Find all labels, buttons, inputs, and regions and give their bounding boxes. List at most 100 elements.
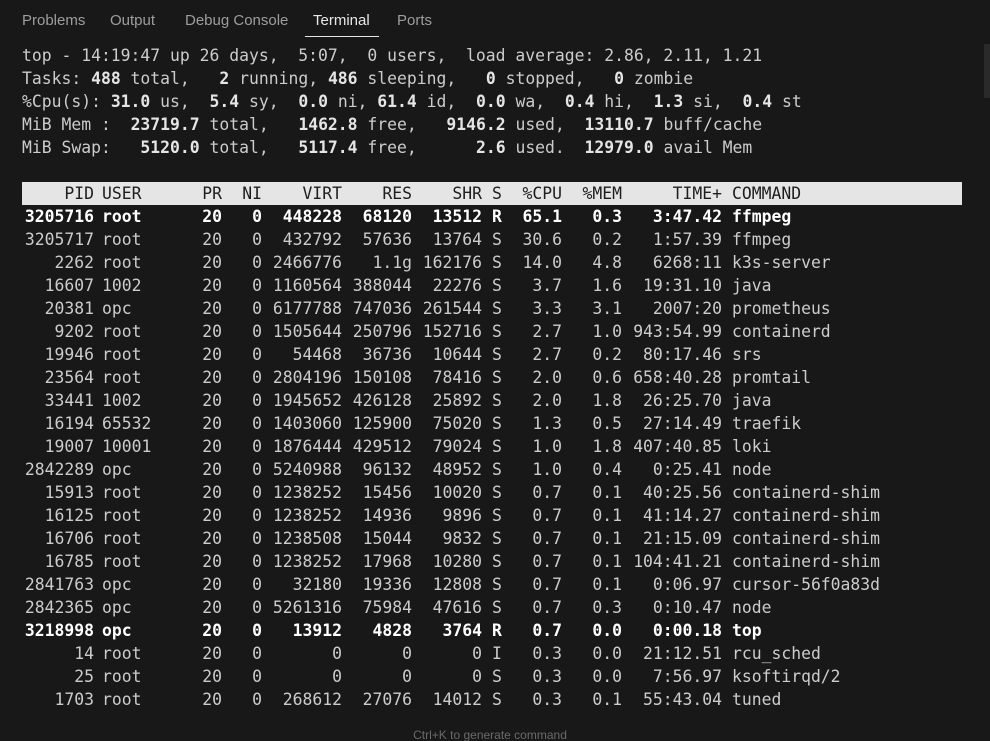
cell-shr: 9896 [442,506,482,525]
cell-command: ksoftirqd/2 [732,667,841,686]
cell-pr: 20 [202,529,222,548]
cell-user: root [102,253,142,272]
header-shr: SHR [452,184,482,203]
cell-user: opc [102,575,132,594]
cell-mem: 0.1 [592,483,622,502]
cell-shr: 10280 [432,552,482,571]
cell-ni: 0 [252,437,262,456]
cell-pr: 20 [202,207,222,226]
cell-cpu: 2.0 [532,391,562,410]
cell-res: 36736 [362,345,412,364]
cell-user: root [102,506,142,525]
tab-problems[interactable]: Problems [22,11,85,31]
cell-command: containerd-shim [732,483,881,502]
cell-ni: 0 [252,667,262,686]
cell-user: 10001 [102,437,152,456]
cell-command: prometheus [732,299,831,318]
header-command: COMMAND [732,184,802,203]
cell-res: 250796 [352,322,412,341]
tab-ports[interactable]: Ports [397,11,432,31]
cell-command: java [732,391,772,410]
cell-cpu: 0.3 [532,667,562,686]
cell-virt: 1505644 [272,322,342,341]
cell-state: S [492,391,502,410]
cell-cpu: 0.3 [532,644,562,663]
cell-state: S [492,552,502,571]
cell-cpu: 0.3 [532,690,562,709]
cpu-wa: 0.0 [476,92,506,111]
cell-virt: 2804196 [272,368,342,387]
header-ni: NI [242,184,262,203]
cell-pid: 3205717 [24,230,94,249]
cell-ni: 0 [252,460,262,479]
cell-mem: 4.8 [592,253,622,272]
cell-shr: 13512 [432,207,482,226]
process-row: 33441 1002 20 0 1945652 426128 25892 S 2.0 1.8 26:… [22,389,962,412]
cell-mem: 0.1 [592,552,622,571]
cell-virt: 1238252 [272,552,342,571]
cell-time: 6268:11 [652,253,722,272]
cell-state: S [492,276,502,295]
cell-user: root [102,644,142,663]
cell-user: root [102,483,142,502]
tab-terminal[interactable]: Terminal [313,11,370,31]
cell-virt: 1238508 [272,529,342,548]
process-row: 1703 root 20 0 268612 27076 14012 S 0.3 0.1 55:43.… [22,688,962,711]
cell-pid: 16607 [44,276,94,295]
cell-shr: 48952 [432,460,482,479]
cell-mem: 0.2 [592,345,622,364]
cell-res: 429512 [352,437,412,456]
cell-shr: 14012 [432,690,482,709]
cell-shr: 25892 [432,391,482,410]
cell-pr: 20 [202,322,222,341]
cell-pr: 20 [202,299,222,318]
tasks-line: Tasks: 488 total, 2 running, 486 sleepin… [22,69,694,88]
cell-mem: 0.0 [592,621,622,640]
cell-mem: 0.1 [592,506,622,525]
cell-state: S [492,230,502,249]
cell-state: S [492,483,502,502]
cpu-si: 1.3 [653,92,684,111]
cell-state: S [492,529,502,548]
tab-output[interactable]: Output [110,11,155,31]
cell-res: 388044 [352,276,412,295]
terminal-output[interactable]: top - 14:19:47 up 26 days, 5:07, 0 users… [22,44,962,711]
cell-pid: 3218998 [24,621,94,640]
cell-state: R [492,207,502,226]
cell-user: 1002 [102,391,142,410]
cell-ni: 0 [252,322,262,341]
cell-cpu: 2.7 [532,345,562,364]
cell-pid: 14 [74,644,94,663]
cell-res: 0 [402,644,412,663]
cell-mem: 0.1 [592,690,622,709]
terminal-scrollbar[interactable] [984,44,990,98]
cell-cpu: 65.1 [522,207,562,226]
cell-state: I [492,644,502,663]
cell-res: 1.1g [372,253,412,272]
cell-time: 55:43.04 [643,690,722,709]
cell-cpu: 0.7 [532,506,562,525]
generate-command-hint: Ctrl+K to generate command [413,728,567,741]
tab-debug-console[interactable]: Debug Console [185,11,288,31]
process-row: 25 root 20 0 0 0 0 S 0.3 0.0 7:56.97 ksoftirqd/2 [22,665,962,688]
cell-shr: 9832 [442,529,482,548]
cell-shr: 0 [472,667,482,686]
tasks-stopped: 0 [485,69,496,88]
cell-ni: 0 [252,483,262,502]
header-s: S [492,184,502,203]
cell-pid: 20381 [44,299,94,318]
cpu-hi: 0.4 [564,92,595,111]
process-row: 3205717 root 20 0 432792 57636 13764 S 30.6 0.2 1:… [22,228,962,251]
cell-pid: 16125 [44,506,94,525]
cell-res: 15456 [362,483,412,502]
cell-virt: 54468 [292,345,342,364]
cell-time: 1:57.39 [652,230,722,249]
cell-state: S [492,368,502,387]
cell-virt: 5240988 [272,460,342,479]
cell-cpu: 1.0 [532,460,562,479]
swap-free: 5117.4 [298,138,358,157]
cell-time: 7:56.97 [652,667,722,686]
cell-ni: 0 [252,230,262,249]
cell-time: 19:31.10 [643,276,722,295]
cell-time: 0:00.18 [652,621,722,640]
